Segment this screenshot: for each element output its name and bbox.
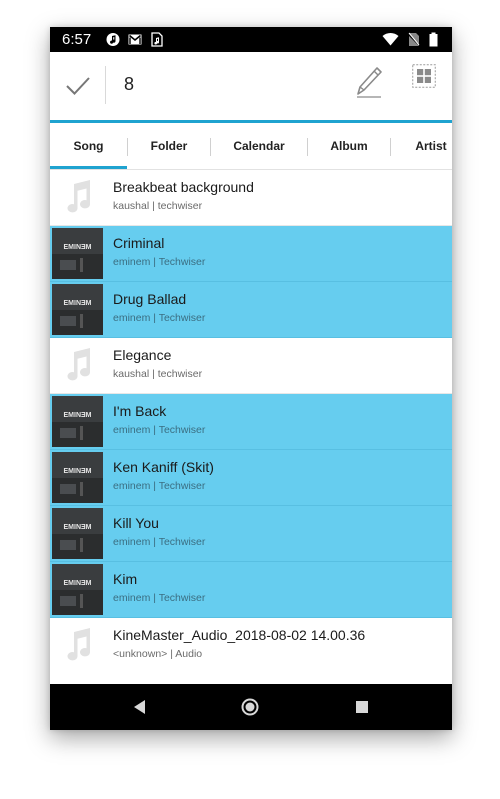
music-note-icon <box>67 628 91 661</box>
song-title: KineMaster_Audio_2018-08-02 14.00.36 <box>113 627 366 643</box>
album-art-text: EMINƎM <box>64 244 92 251</box>
song-row[interactable]: EMINƎM Drug Ballad eminem | Techwiser <box>50 282 452 338</box>
tab-calendar[interactable]: Calendar <box>211 123 307 169</box>
album-art-text: EMINƎM <box>64 468 92 475</box>
no-sim-icon <box>408 32 420 47</box>
song-subtitle: kaushal | techwiser <box>113 368 203 380</box>
music-note-icon <box>67 348 91 381</box>
song-title: Breakbeat background <box>113 179 254 195</box>
music-note-icon <box>67 180 91 213</box>
pencil-icon[interactable] <box>354 64 384 100</box>
album-art: EMINƎM <box>52 228 103 279</box>
music-note-icon <box>106 33 120 46</box>
album-art: EMINƎM <box>52 396 103 447</box>
home-icon[interactable] <box>240 697 260 717</box>
song-subtitle: eminem | Techwiser <box>113 424 206 436</box>
song-subtitle: eminem | Techwiser <box>113 312 206 324</box>
album-art-text: EMINƎM <box>64 580 92 587</box>
battery-icon <box>429 32 438 47</box>
song-subtitle: <unknown> | Audio <box>113 648 203 660</box>
album-art: EMINƎM <box>52 564 103 615</box>
check-icon[interactable] <box>64 74 92 98</box>
status-time: 6:57 <box>62 31 92 48</box>
phone-screen: 6:57 8 Song Folder Calendar Album Artist… <box>50 27 452 730</box>
tab-album[interactable]: Album <box>308 123 390 169</box>
tab-song[interactable]: Song <box>50 123 127 169</box>
song-row[interactable]: EMINƎM Kim eminem | Techwiser <box>50 562 452 618</box>
album-art-text: EMINƎM <box>64 412 92 419</box>
status-bar: 6:57 <box>50 27 452 52</box>
song-row[interactable]: Breakbeat background kaushal | techwiser <box>50 170 452 226</box>
active-tab-indicator <box>50 166 127 169</box>
song-row[interactable]: EMINƎM Kill You eminem | Techwiser <box>50 506 452 562</box>
recents-icon[interactable] <box>352 697 372 717</box>
selection-action-bar: 8 <box>50 52 452 123</box>
song-title: Criminal <box>113 235 165 251</box>
tab-artist[interactable]: Artist <box>391 123 452 169</box>
song-title: I'm Back <box>113 403 167 419</box>
song-list: Breakbeat background kaushal | techwiser… <box>50 170 452 684</box>
album-art: EMINƎM <box>52 508 103 559</box>
song-title: Ken Kaniff (Skit) <box>113 459 214 475</box>
album-art-text: EMINƎM <box>64 300 92 307</box>
song-row[interactable]: KineMaster_Audio_2018-08-02 14.00.36 <un… <box>50 618 452 673</box>
tab-folder[interactable]: Folder <box>128 123 210 169</box>
song-subtitle: kaushal | techwiser <box>113 200 203 212</box>
action-bar-divider <box>105 66 106 104</box>
selected-count: 8 <box>124 74 135 94</box>
notification-icons <box>106 32 164 47</box>
album-art-text: EMINƎM <box>64 524 92 531</box>
song-subtitle: eminem | Techwiser <box>113 536 206 548</box>
song-title: Kim <box>113 571 138 587</box>
navigation-bar <box>50 684 452 730</box>
category-tabs: Song Folder Calendar Album Artist <box>50 123 452 170</box>
system-icons <box>382 32 438 47</box>
song-subtitle: eminem | Techwiser <box>113 592 206 604</box>
back-icon[interactable] <box>130 697 150 717</box>
song-title: Kill You <box>113 515 159 531</box>
wifi-icon <box>382 32 399 46</box>
song-row[interactable]: Elegance kaushal | techwiser <box>50 338 452 394</box>
grid-icon[interactable] <box>412 64 436 88</box>
song-row[interactable]: EMINƎM I'm Back eminem | Techwiser <box>50 394 452 450</box>
song-title: Drug Ballad <box>113 291 187 307</box>
song-row[interactable]: EMINƎM Ken Kaniff (Skit) eminem | Techwi… <box>50 450 452 506</box>
song-subtitle: eminem | Techwiser <box>113 480 206 492</box>
song-subtitle: eminem | Techwiser <box>113 256 206 268</box>
album-art: EMINƎM <box>52 284 103 335</box>
song-title: Elegance <box>113 347 172 363</box>
gmail-icon <box>128 34 142 45</box>
song-row[interactable]: EMINƎM Criminal eminem | Techwiser <box>50 226 452 282</box>
album-art: EMINƎM <box>52 452 103 503</box>
music-file-icon <box>151 32 163 47</box>
